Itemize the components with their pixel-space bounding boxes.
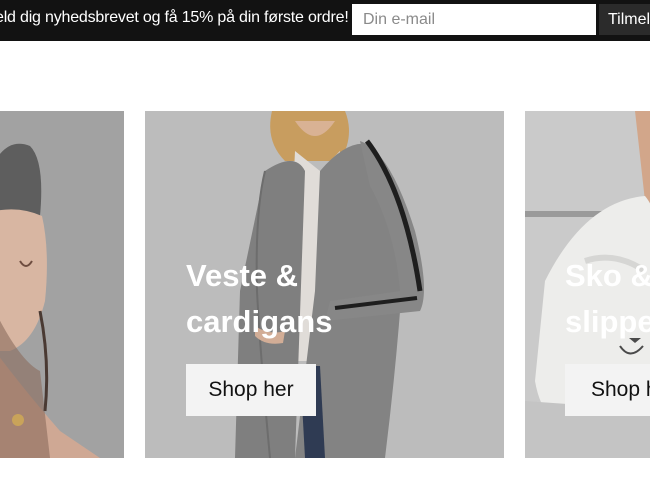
category-card-slippers[interactable]: Sko & slippers Shop her <box>525 111 650 458</box>
woman-in-beanie-image <box>0 111 124 458</box>
subscribe-button[interactable]: Tilmeld <box>599 4 650 35</box>
shop-here-button[interactable]: Shop her <box>186 364 316 416</box>
category-card-hats[interactable] <box>0 111 124 458</box>
newsletter-bar: eld dig nyhedsbrevet og få 15% på din fø… <box>0 0 650 41</box>
category-title: Veste & cardigans <box>186 258 333 339</box>
shop-here-button[interactable]: Shop her <box>565 364 650 416</box>
newsletter-promo-text: eld dig nyhedsbrevet og få 15% på din fø… <box>0 9 349 26</box>
email-input[interactable] <box>352 4 596 35</box>
category-title: Sko & slippers <box>565 258 650 339</box>
category-card-cardigans[interactable]: Veste & cardigans Shop her <box>145 111 504 458</box>
